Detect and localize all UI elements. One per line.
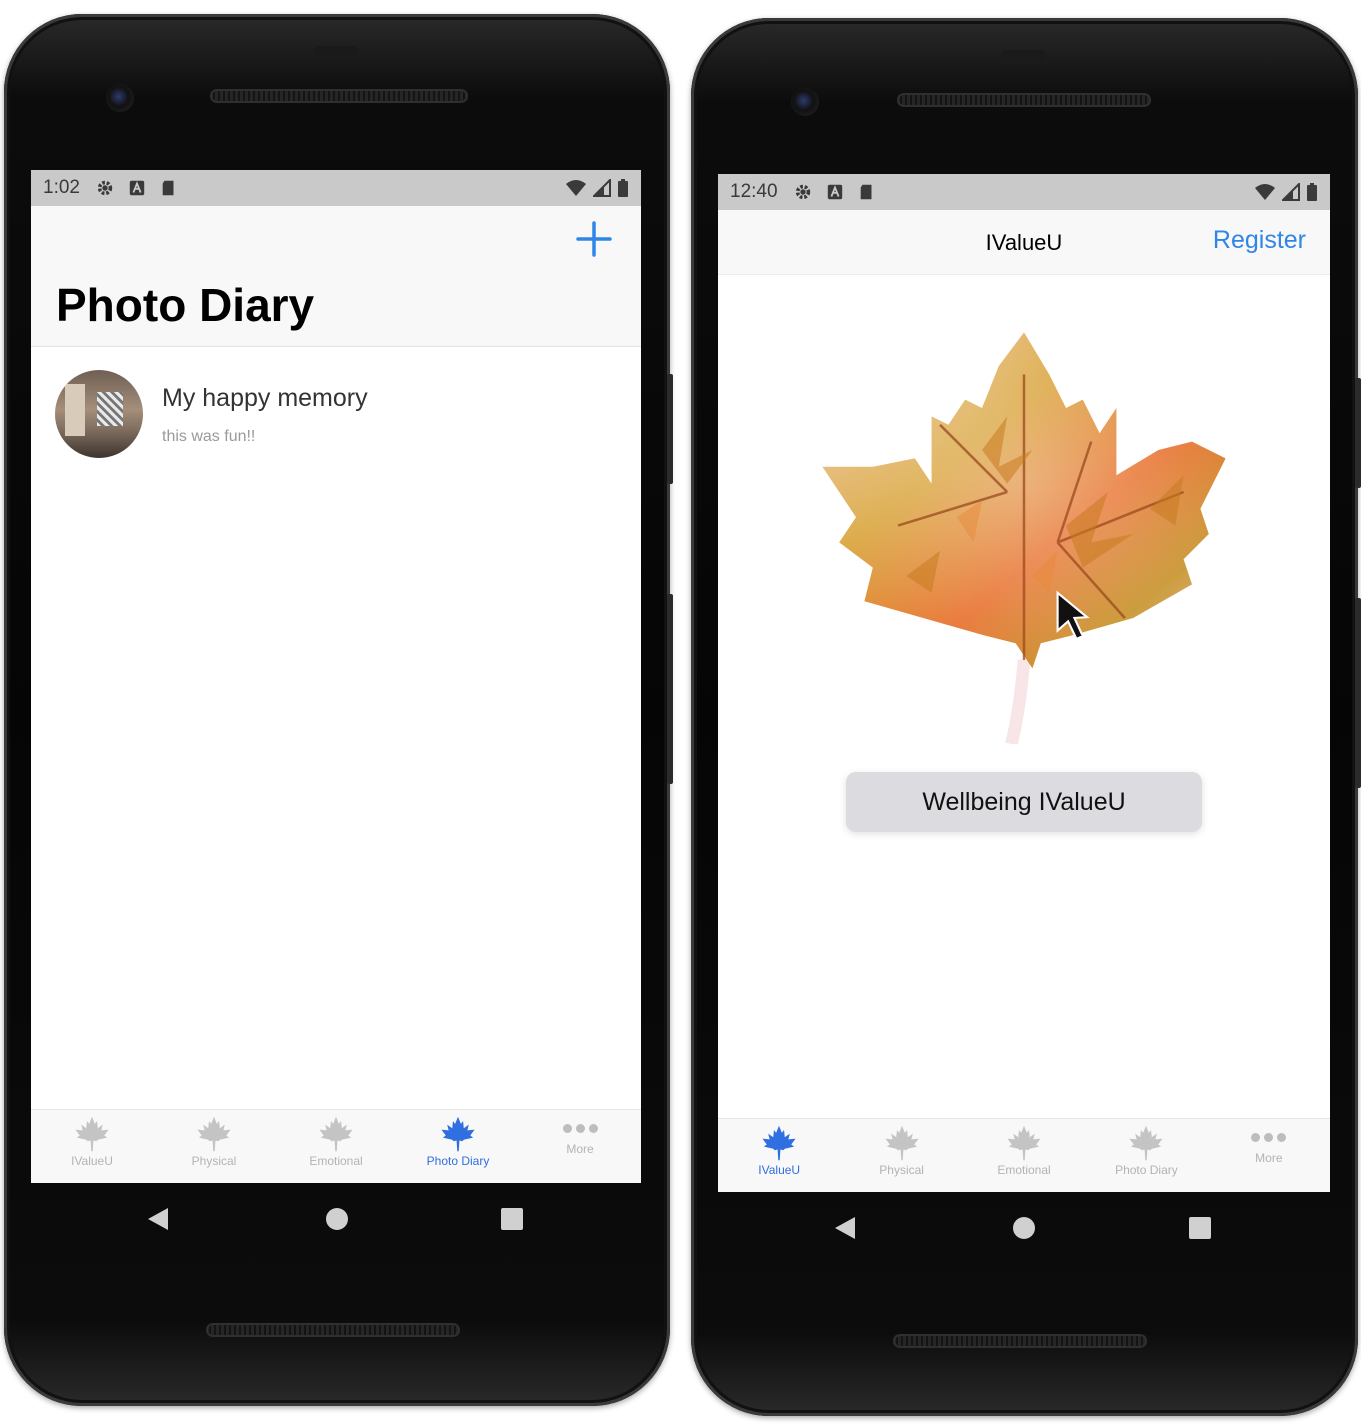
tab-physical[interactable]: Physical xyxy=(840,1119,962,1192)
tab-more[interactable]: More xyxy=(519,1110,641,1183)
settings-gear-icon xyxy=(97,180,113,196)
screen: 1:02 Photo Diary My happy memory this wa… xyxy=(31,170,641,1183)
wifi-icon xyxy=(1255,184,1275,200)
maple-leaf-icon xyxy=(441,1116,475,1152)
tab-label: Physical xyxy=(879,1163,924,1177)
status-bar: 12:40 xyxy=(718,174,1330,210)
bottom-speaker xyxy=(206,1323,460,1337)
wellbeing-button[interactable]: Wellbeing IValueU xyxy=(846,772,1202,832)
front-camera xyxy=(791,88,819,116)
sensor-slot xyxy=(314,46,358,56)
battery-icon xyxy=(1307,183,1317,201)
sd-card-icon xyxy=(860,184,872,200)
maple-leaf-icon xyxy=(1129,1125,1163,1161)
status-time: 12:40 xyxy=(730,181,778,202)
wifi-icon xyxy=(566,180,586,196)
page-title: Photo Diary xyxy=(56,279,315,331)
top-speaker xyxy=(897,93,1151,107)
tab-label: More xyxy=(566,1142,594,1156)
status-bar: 1:02 xyxy=(31,170,641,206)
sensor-slot xyxy=(1001,50,1045,60)
tab-bar: IValueU Physical Emotional Photo Diary M… xyxy=(31,1109,641,1183)
battery-icon xyxy=(618,179,628,197)
phone-right: 12:40 IValueU Register Wellbeing IValueU… xyxy=(691,18,1361,1416)
maple-leaf-icon xyxy=(1007,1125,1041,1161)
tab-photo-diary[interactable]: Photo Diary xyxy=(1085,1119,1207,1192)
ellipsis-icon xyxy=(1208,1133,1330,1143)
sd-card-icon xyxy=(162,180,174,196)
maple-leaf-icon xyxy=(75,1116,109,1152)
top-speaker xyxy=(210,89,468,103)
phone-left: 1:02 Photo Diary My happy memory this wa… xyxy=(4,14,673,1406)
tab-photo-diary[interactable]: Photo Diary xyxy=(397,1110,519,1183)
recents-icon[interactable] xyxy=(500,1207,524,1231)
entry-subtitle: this was fun!! xyxy=(162,428,256,445)
maple-leaf-icon xyxy=(197,1116,231,1152)
tab-physical[interactable]: Physical xyxy=(153,1110,275,1183)
tab-emotional[interactable]: Emotional xyxy=(963,1119,1085,1192)
status-indicators xyxy=(1254,183,1318,201)
tab-ivalueu[interactable]: IValueU xyxy=(718,1119,840,1192)
bottom-speaker xyxy=(893,1334,1147,1348)
power-button xyxy=(667,374,673,484)
tab-label: Photo Diary xyxy=(1115,1163,1178,1177)
tab-label: Photo Diary xyxy=(426,1154,490,1168)
tab-label: Physical xyxy=(191,1154,237,1168)
nav-header: IValueU Register xyxy=(718,210,1330,275)
tab-emotional[interactable]: Emotional xyxy=(275,1110,397,1183)
entry-title: My happy memory xyxy=(162,384,368,412)
screen: 12:40 IValueU Register Wellbeing IValueU… xyxy=(718,174,1330,1192)
maple-leaf-image xyxy=(814,324,1234,746)
maple-leaf-icon xyxy=(762,1125,796,1161)
volume-button xyxy=(1355,598,1361,788)
settings-gear-icon xyxy=(795,184,810,200)
recents-icon[interactable] xyxy=(1188,1216,1212,1240)
front-camera xyxy=(106,84,134,112)
tab-label: IValueU xyxy=(758,1163,801,1177)
maple-leaf-icon xyxy=(319,1116,353,1152)
tab-more[interactable]: More xyxy=(1208,1119,1330,1192)
status-time: 1:02 xyxy=(43,177,80,198)
signal-icon xyxy=(1282,183,1300,201)
tab-label: IValueU xyxy=(71,1154,113,1168)
keyboard-a-icon xyxy=(827,184,842,200)
entry-thumbnail xyxy=(55,370,143,458)
home-icon[interactable] xyxy=(324,1206,350,1232)
keyboard-a-icon xyxy=(129,180,145,196)
tab-label: Emotional xyxy=(309,1154,363,1168)
tab-ivalueu[interactable]: IValueU xyxy=(31,1110,153,1183)
tab-label: Emotional xyxy=(997,1163,1051,1177)
tab-label: More xyxy=(1255,1151,1283,1165)
tab-bar: IValueU Physical Emotional Photo Diary M… xyxy=(718,1118,1330,1192)
power-button xyxy=(1355,378,1361,488)
status-indicators xyxy=(565,179,629,197)
list-item[interactable]: My happy memory this was fun!! xyxy=(31,370,641,470)
register-link[interactable]: Register xyxy=(1213,226,1306,255)
home-icon[interactable] xyxy=(1011,1215,1037,1241)
signal-icon xyxy=(593,179,611,197)
back-icon[interactable] xyxy=(833,1215,859,1241)
back-icon[interactable] xyxy=(146,1206,172,1232)
volume-button xyxy=(667,594,673,784)
ellipsis-icon xyxy=(519,1124,641,1134)
maple-leaf-icon xyxy=(885,1125,919,1161)
plus-icon[interactable] xyxy=(575,220,613,258)
photo-diary-header: Photo Diary xyxy=(31,206,641,347)
